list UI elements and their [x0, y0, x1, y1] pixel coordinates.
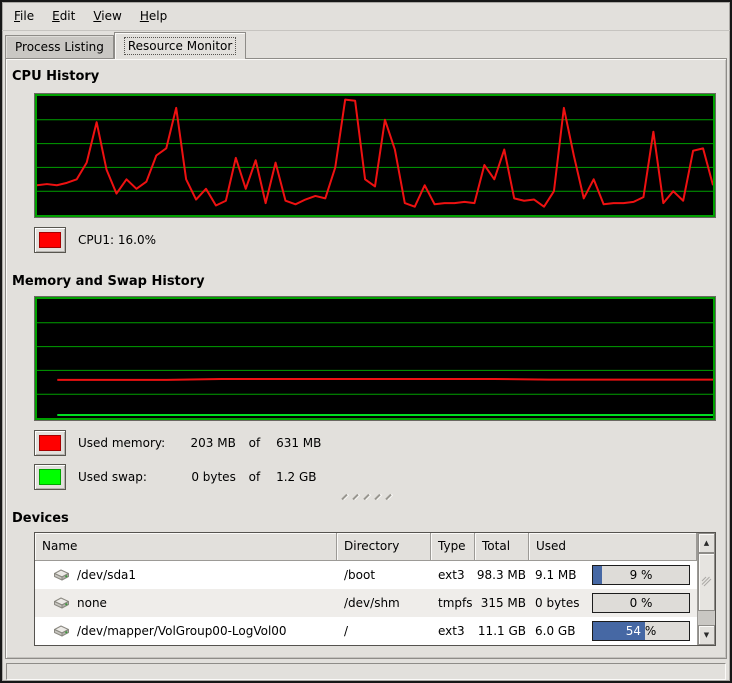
device-type: tmpfs	[431, 596, 475, 610]
device-directory: /dev/shm	[337, 596, 431, 610]
menu-edit[interactable]: Edit	[43, 5, 84, 27]
device-used-value: 9.1 MB	[535, 568, 576, 582]
device-usage-progressbar: 9 % 9 %	[592, 565, 690, 585]
hard-drive-icon	[51, 595, 71, 611]
device-row[interactable]: /dev/sda1 /boot ext3 98.3 MB 9.1 MB 9 % …	[35, 561, 697, 589]
device-used-value: 6.0 GB	[535, 624, 575, 638]
menu-file[interactable]: File	[5, 5, 43, 27]
memory-total-value: 631 MB	[276, 436, 321, 450]
devices-table: Name Directory Type Total Used	[34, 532, 716, 646]
cpu1-legend-label: CPU1: 16.0%	[78, 233, 156, 247]
used-memory-of: of	[249, 436, 261, 450]
scrollbar-trough[interactable]	[698, 611, 715, 625]
device-row[interactable]: none /dev/shm tmpfs 315 MB 0 bytes 0 % 0…	[35, 589, 697, 617]
device-name-cell: /dev/mapper/VolGroup00-LogVol00	[35, 623, 337, 639]
device-directory: /boot	[337, 568, 431, 582]
tab-process-listing[interactable]: Process Listing	[5, 35, 114, 58]
used-swap-of: of	[249, 470, 261, 484]
used-swap-color-fill	[39, 469, 61, 485]
swap-total-value: 1.2 GB	[276, 470, 316, 484]
cpu1-color-swatch[interactable]	[34, 227, 66, 253]
device-used-cell: 6.0 GB 54 % 54 %	[529, 621, 697, 641]
scroll-up-icon: ▲	[704, 539, 709, 547]
device-total: 98.3 MB	[475, 568, 529, 582]
device-usage-progressbar: 0 % 0 %	[592, 593, 690, 613]
used-swap-value: 0 bytes	[182, 470, 236, 484]
used-swap-legend-text: Used swap: 0 bytes of 1.2 GB	[78, 470, 317, 484]
cpu-legend-row: CPU1: 16.0%	[34, 227, 726, 253]
tab-process-listing-label: Process Listing	[15, 40, 104, 54]
used-memory-color-fill	[39, 435, 61, 451]
usage-percent-label: 0 %	[593, 594, 689, 612]
used-swap-label: Used swap:	[78, 470, 178, 484]
device-used-cell: 9.1 MB 9 % 9 %	[529, 565, 697, 585]
tab-resource-monitor-label: Resource Monitor	[124, 37, 236, 55]
device-used-value: 0 bytes	[535, 596, 580, 610]
device-name: none	[77, 596, 107, 610]
usage-percent-label-light: 54 %	[593, 622, 645, 640]
memory-swap-chart-frame	[34, 296, 716, 421]
resource-monitor-page: CPU History CPU1: 16.0% Memory and Swap …	[5, 58, 727, 659]
device-total: 11.1 GB	[475, 624, 529, 638]
used-swap-color-swatch[interactable]	[34, 464, 66, 490]
usage-progress-fill: 9 %	[593, 566, 602, 584]
menu-bar: File Edit View Help	[2, 2, 730, 31]
column-header-type[interactable]: Type	[431, 533, 475, 561]
scroll-down-icon: ▼	[704, 631, 709, 639]
pane-resize-grip[interactable]	[6, 493, 726, 500]
cpu-history-chart	[35, 94, 715, 217]
devices-table-main: Name Directory Type Total Used	[35, 533, 697, 645]
scroll-up-button[interactable]: ▲	[698, 533, 715, 553]
used-memory-label: Used memory:	[78, 436, 178, 450]
used-memory-legend-row: Used memory: 203 MB of 631 MB	[34, 430, 726, 456]
used-memory-value: 203 MB	[182, 436, 236, 450]
column-header-used[interactable]: Used	[529, 533, 697, 561]
column-header-total[interactable]: Total	[475, 533, 529, 561]
device-total: 315 MB	[475, 596, 529, 610]
menu-help[interactable]: Help	[131, 5, 176, 27]
used-memory-color-swatch[interactable]	[34, 430, 66, 456]
devices-title: Devices	[12, 511, 726, 526]
device-name: /dev/sda1	[77, 568, 136, 582]
device-type: ext3	[431, 624, 475, 638]
grip-slash-icon	[352, 493, 358, 499]
status-bar	[6, 663, 726, 680]
grip-slash-icon	[363, 493, 369, 499]
cpu-history-chart-frame	[34, 93, 716, 218]
device-used-cell: 0 bytes 0 % 0 %	[529, 593, 697, 613]
devices-scrollbar[interactable]: ▲ ▼	[697, 533, 715, 645]
device-usage-progressbar: 54 % 54 %	[592, 621, 690, 641]
device-name-cell: /dev/sda1	[35, 567, 337, 583]
usage-percent-label-light: 9 %	[593, 566, 602, 584]
used-memory-legend-text: Used memory: 203 MB of 631 MB	[78, 436, 321, 450]
device-name-cell: none	[35, 595, 337, 611]
devices-table-body: /dev/sda1 /boot ext3 98.3 MB 9.1 MB 9 % …	[35, 561, 697, 645]
tab-resource-monitor[interactable]: Resource Monitor	[114, 32, 246, 59]
cpu1-color-fill	[39, 232, 61, 248]
memory-swap-title: Memory and Swap History	[12, 274, 726, 289]
usage-percent-label: 9 %	[593, 566, 689, 584]
hard-drive-icon	[51, 567, 71, 583]
column-header-directory[interactable]: Directory	[337, 533, 431, 561]
grip-slash-icon	[385, 493, 391, 499]
grip-slash-icon	[341, 493, 347, 499]
hard-drive-icon	[51, 623, 71, 639]
app-window: { "menu": { "items": [ {"label": "File"}…	[0, 0, 732, 683]
scrollbar-grip-icon	[701, 576, 712, 588]
device-name: /dev/mapper/VolGroup00-LogVol00	[77, 624, 287, 638]
scrollbar-thumb[interactable]	[698, 553, 715, 611]
tab-strip: Process Listing Resource Monitor	[2, 31, 730, 58]
scroll-down-button[interactable]: ▼	[698, 625, 715, 645]
devices-table-header: Name Directory Type Total Used	[35, 533, 697, 561]
device-row[interactable]: /dev/mapper/VolGroup00-LogVol00 / ext3 1…	[35, 617, 697, 645]
column-header-name[interactable]: Name	[35, 533, 337, 561]
used-swap-legend-row: Used swap: 0 bytes of 1.2 GB	[34, 464, 726, 490]
grip-slash-icon	[374, 493, 380, 499]
device-directory: /	[337, 624, 431, 638]
usage-progress-fill: 54 %	[593, 622, 645, 640]
device-type: ext3	[431, 568, 475, 582]
memory-swap-chart	[35, 297, 715, 420]
cpu-history-title: CPU History	[12, 69, 726, 84]
menu-view[interactable]: View	[84, 5, 130, 27]
